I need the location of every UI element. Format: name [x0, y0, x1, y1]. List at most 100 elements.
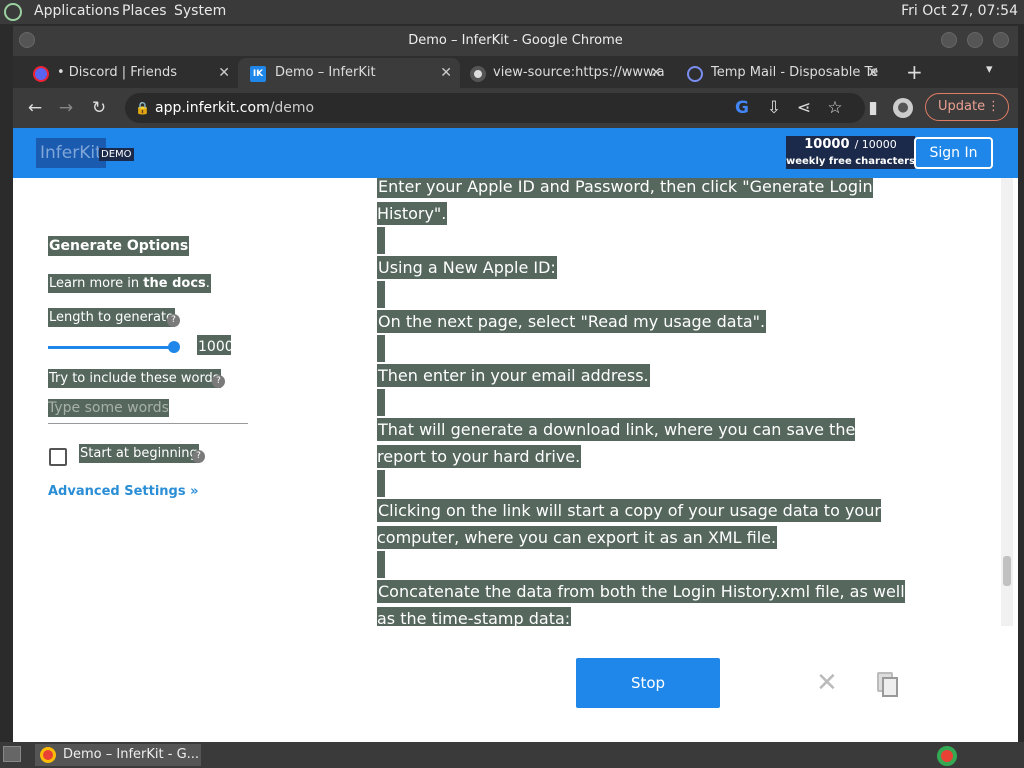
chrome-icon	[40, 747, 56, 763]
bookmark-star-icon[interactable]: ☆	[823, 96, 847, 120]
blank-line	[377, 281, 385, 308]
options-title: Generate Options	[48, 236, 190, 256]
quota-caption: weekly free characters	[786, 156, 916, 167]
reload-icon[interactable]: ↻	[87, 96, 111, 120]
inferkit-logo[interactable]: InferKit	[36, 138, 106, 168]
start-label: Start at beginning	[79, 444, 199, 463]
inferkit-icon: IK	[250, 66, 266, 82]
slider-handle[interactable]	[168, 341, 180, 353]
output-scrollbar[interactable]	[1001, 178, 1013, 626]
output-line: Using a New Apple ID:	[377, 256, 557, 279]
browser-window: Demo – InferKit - Google Chrome • Discor…	[13, 26, 1018, 742]
scrollbar-thumb[interactable]	[1003, 556, 1011, 586]
stop-button[interactable]: Stop	[576, 658, 720, 708]
menu-applications[interactable]: Applications	[34, 3, 120, 19]
forward-icon[interactable]: →	[54, 96, 78, 120]
output-line: Clicking on the link will start a copy o…	[377, 499, 881, 549]
quota-total: / 10000	[854, 138, 897, 151]
help-icon[interactable]: ?	[167, 314, 180, 327]
docs-suffix: .	[205, 276, 210, 291]
tab-search-chevron-icon[interactable]: ▾	[986, 62, 993, 77]
close-window-icon[interactable]	[993, 32, 1009, 48]
share-icon[interactable]: ⋖	[792, 96, 816, 120]
docs-prefix: Learn more in	[49, 276, 144, 291]
url-path: /demo	[269, 100, 315, 116]
blank-line	[377, 389, 385, 416]
update-label: Update	[938, 99, 986, 114]
start-at-beginning-checkbox[interactable]	[49, 448, 67, 466]
length-label: Length to generate	[48, 308, 176, 327]
tray-chrome-icon[interactable]	[937, 746, 957, 766]
window-titlebar[interactable]: Demo – InferKit - Google Chrome	[13, 26, 1018, 56]
system-top-panel: Applications Places System Fri Oct 27, 0…	[0, 0, 1024, 24]
show-desktop-icon[interactable]	[3, 746, 21, 762]
output-line: That will generate a download link, wher…	[377, 418, 856, 468]
discord-icon	[33, 66, 49, 82]
update-button[interactable]: Update ⋮	[925, 93, 1009, 121]
length-value: 1000	[197, 335, 234, 355]
tab-label: Demo – InferKit	[275, 65, 376, 80]
close-tab-icon[interactable]: ✕	[650, 58, 662, 88]
profile-avatar-icon[interactable]: ●	[893, 98, 913, 118]
taskbar: Demo – InferKit - G...	[0, 742, 1024, 768]
address-bar[interactable]: 🔒 app.inferkit.com/demo G ⇩ ⋖ ☆	[125, 93, 865, 123]
os-logo-icon[interactable]	[4, 3, 22, 21]
docs-link[interactable]: the docs	[143, 276, 206, 291]
quota-counter: 10000 / 10000 weekly free characters	[786, 136, 916, 169]
menu-places[interactable]: Places	[122, 3, 167, 19]
blank-line	[377, 335, 385, 362]
close-tab-icon[interactable]: ✕	[440, 58, 452, 88]
window-menu-icon[interactable]	[19, 32, 35, 48]
length-slider[interactable]	[48, 346, 174, 349]
help-icon[interactable]: ?	[212, 375, 225, 388]
output-text-area[interactable]: Enter your Apple ID and Password, then c…	[365, 178, 995, 626]
tab-label: • Discord | Friends	[57, 65, 178, 80]
output-line: On the next page, select "Read my usage …	[377, 310, 767, 333]
side-panel-icon[interactable]: ▮	[861, 96, 885, 120]
clock[interactable]: Fri Oct 27, 07:54	[901, 3, 1018, 19]
new-tab-icon[interactable]: +	[906, 60, 923, 84]
demo-badge: DEMO	[99, 148, 134, 161]
browser-toolbar: ← → ↻ 🔒 app.inferkit.com/demo G ⇩ ⋖ ☆ ▮ …	[13, 88, 1018, 128]
close-tab-icon[interactable]: ✕	[218, 58, 230, 88]
tab-label: view-source:https://www.a	[493, 65, 665, 80]
tab-label: Temp Mail - Disposable Te	[711, 65, 879, 80]
maximize-icon[interactable]	[967, 32, 983, 48]
clear-icon[interactable]: ✕	[816, 668, 838, 698]
back-icon[interactable]: ←	[23, 96, 47, 120]
page-viewport: InferKit DEMO 10000 / 10000 weekly free …	[13, 128, 1018, 742]
copy-icon[interactable]	[877, 672, 898, 697]
blank-line	[377, 551, 385, 578]
tab-temp-mail[interactable]: Temp Mail - Disposable Te ✕	[677, 58, 887, 88]
tab-strip: • Discord | Friends ✕ IK Demo – InferKit…	[13, 56, 1018, 88]
lock-icon[interactable]: 🔒	[135, 93, 150, 123]
output-line: Concatenate the data from both the Login…	[377, 580, 905, 626]
tab-view-source[interactable]: view-source:https://www.a ✕	[460, 58, 670, 88]
output-line: Then enter in your email address.	[377, 364, 650, 387]
blank-line	[377, 470, 385, 497]
url-host: app.inferkit.com	[155, 100, 270, 116]
words-placeholder: Type some words	[48, 399, 169, 417]
blank-line	[377, 227, 385, 254]
taskbar-item-chrome[interactable]: Demo – InferKit - G...	[35, 744, 201, 766]
site-header: InferKit DEMO 10000 / 10000 weekly free …	[13, 128, 1018, 178]
close-tab-icon[interactable]: ✕	[867, 58, 879, 88]
window-title: Demo – InferKit - Google Chrome	[408, 33, 623, 48]
generated-text: Enter your Apple ID and Password, then c…	[377, 178, 909, 626]
tab-discord[interactable]: • Discord | Friends ✕	[13, 58, 238, 88]
tempmail-icon	[687, 66, 703, 82]
tab-inferkit[interactable]: IK Demo – InferKit ✕	[238, 58, 460, 88]
docs-text: Learn more in the docs.	[48, 274, 211, 293]
google-lens-icon[interactable]: G	[730, 96, 754, 120]
advanced-settings-link[interactable]: Advanced Settings »	[48, 484, 199, 499]
kebab-menu-icon[interactable]: ⋮	[987, 94, 1000, 120]
taskbar-item-label: Demo – InferKit - G...	[63, 747, 200, 762]
help-icon[interactable]: ?	[192, 450, 205, 463]
sign-in-button[interactable]: Sign In	[914, 137, 993, 169]
words-label: Try to include these words	[48, 369, 221, 388]
menu-system[interactable]: System	[174, 3, 226, 19]
output-line: Enter your Apple ID and Password, then c…	[377, 178, 873, 225]
install-app-icon[interactable]: ⇩	[762, 96, 786, 120]
minimize-icon[interactable]	[941, 32, 957, 48]
view-source-icon	[470, 66, 486, 82]
